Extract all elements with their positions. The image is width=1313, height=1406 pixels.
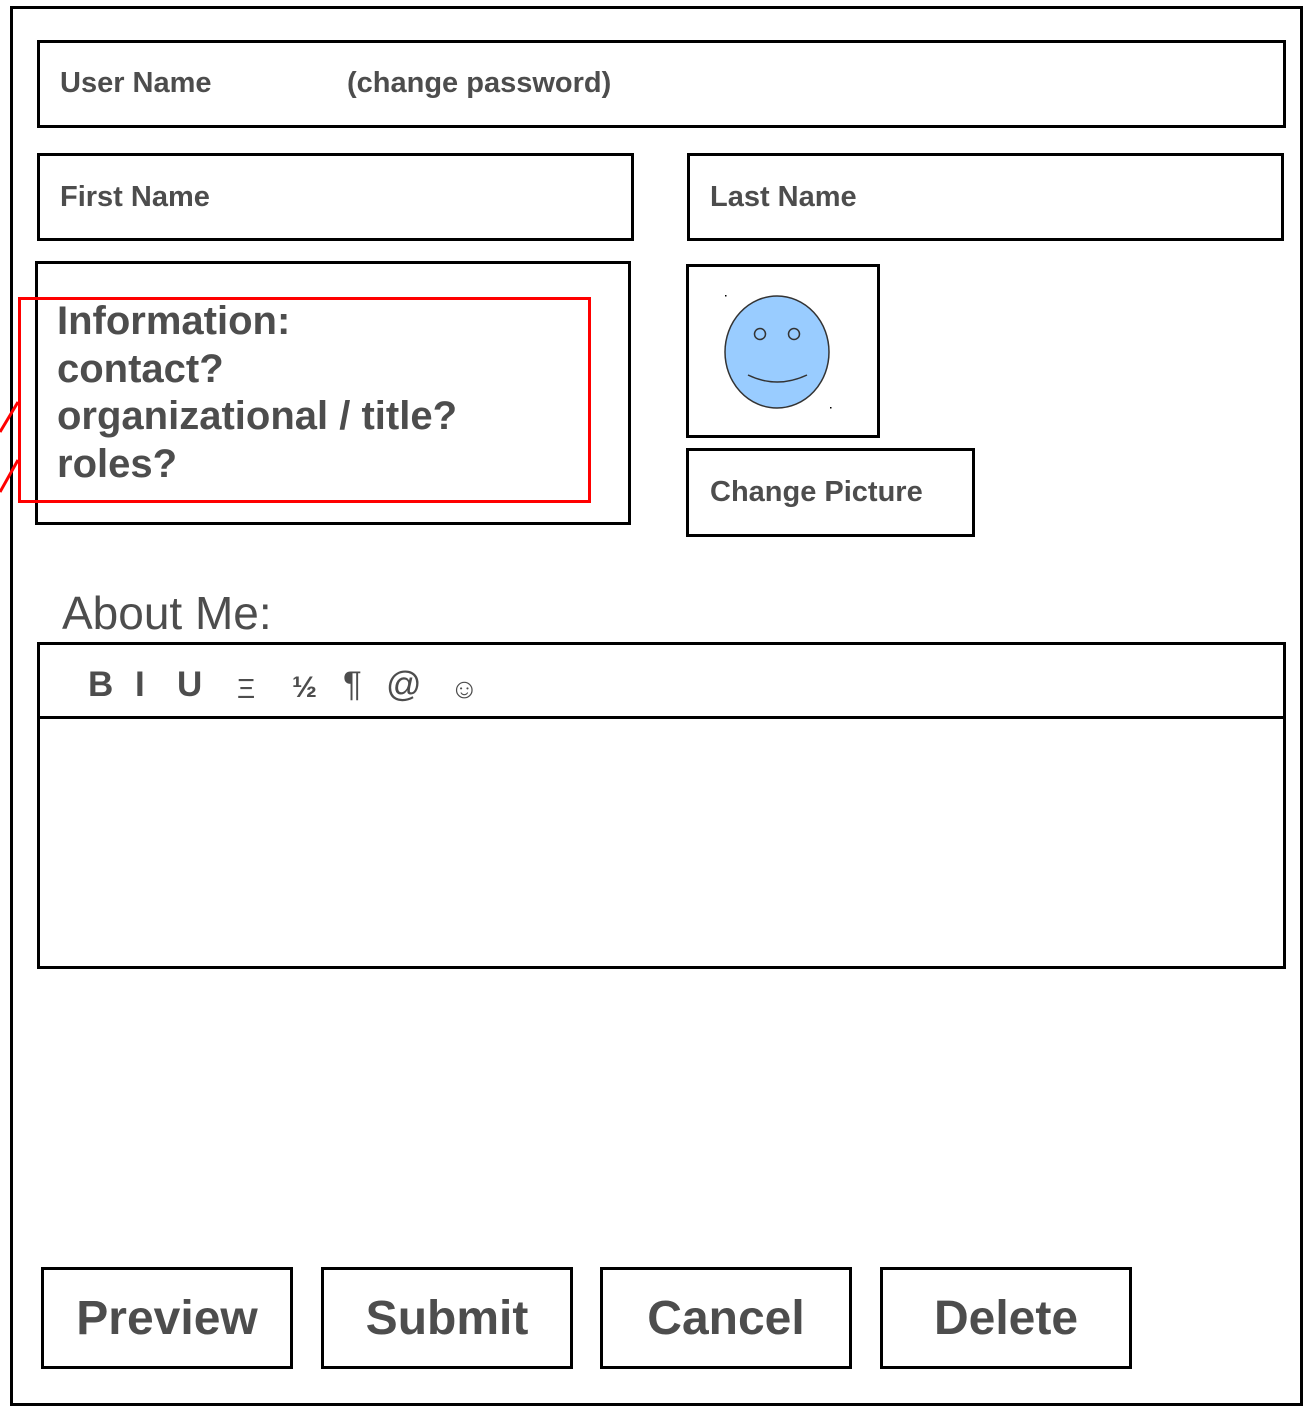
user-name-field[interactable] bbox=[37, 40, 1286, 128]
last-name-label: Last Name bbox=[710, 181, 857, 213]
about-me-editor[interactable]: B I U Ξ ½ ¶ @ ☺ bbox=[37, 642, 1286, 969]
bold-button[interactable]: B bbox=[88, 665, 113, 705]
info-line-heading: Information: bbox=[57, 299, 291, 343]
list-icon[interactable]: Ξ bbox=[237, 669, 255, 709]
info-line-contact: contact? bbox=[57, 346, 224, 391]
delete-button[interactable]: Delete bbox=[880, 1267, 1132, 1369]
editor-toolbar: B I U Ξ ½ ¶ @ ☺ bbox=[40, 645, 1283, 719]
fraction-icon[interactable]: ½ bbox=[292, 668, 317, 708]
change-picture-label: Change Picture bbox=[710, 476, 923, 508]
italic-button[interactable]: I bbox=[135, 665, 145, 705]
paragraph-icon[interactable]: ¶ bbox=[343, 665, 362, 705]
annotation-callout-lines bbox=[0, 401, 20, 493]
underline-button[interactable]: U bbox=[177, 665, 202, 705]
change-password-link[interactable]: (change password) bbox=[347, 67, 611, 100]
mention-icon[interactable]: @ bbox=[386, 665, 422, 705]
info-line-roles: roles? bbox=[57, 441, 178, 486]
information-text: Information: contact? organizational / t… bbox=[57, 298, 457, 488]
avatar-frame bbox=[686, 264, 880, 438]
first-name-label: First Name bbox=[60, 181, 210, 213]
submit-button[interactable]: Submit bbox=[321, 1267, 573, 1369]
info-line-organizational: organizational / title? bbox=[57, 394, 458, 438]
preview-button[interactable]: Preview bbox=[41, 1267, 293, 1369]
about-me-label: About Me: bbox=[62, 587, 272, 639]
smiley-face-icon bbox=[724, 295, 832, 409]
emoji-icon[interactable]: ☺ bbox=[450, 669, 479, 709]
cancel-button[interactable]: Cancel bbox=[600, 1267, 852, 1369]
user-name-label: User Name bbox=[60, 67, 212, 99]
editor-content-area[interactable] bbox=[40, 719, 1283, 966]
